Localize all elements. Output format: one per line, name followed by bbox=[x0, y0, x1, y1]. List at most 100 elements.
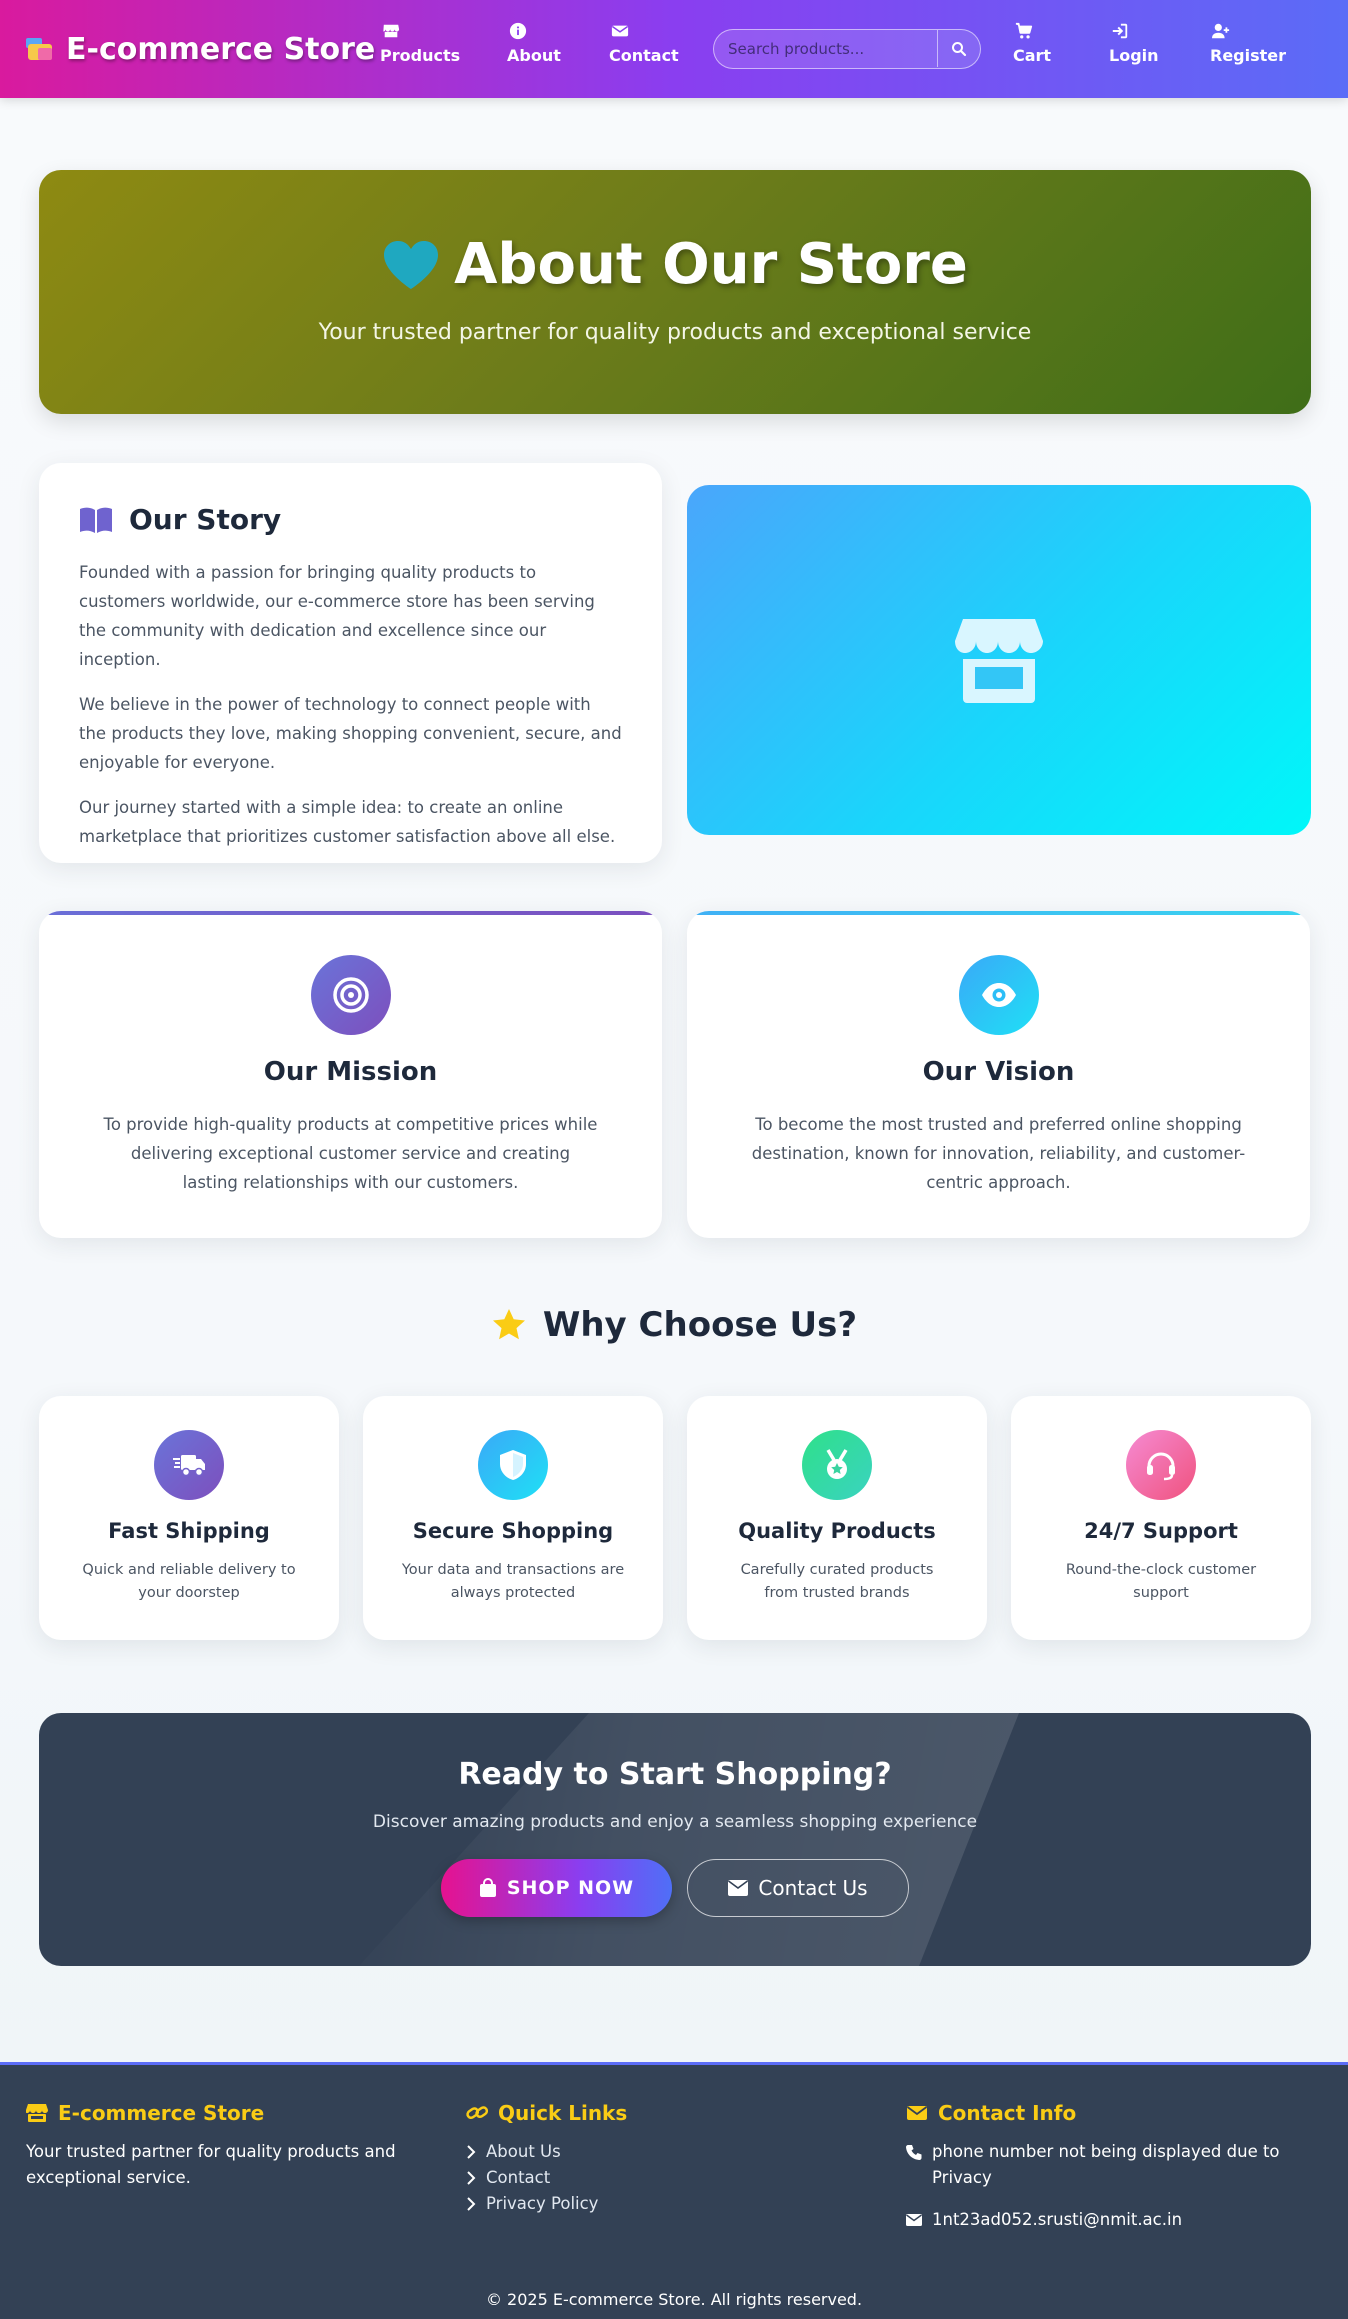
nav-login-label: Login bbox=[1109, 46, 1159, 65]
award-medal-icon bbox=[802, 1430, 872, 1500]
story-paragraph: Our journey started with a simple idea: … bbox=[79, 798, 616, 846]
our-story-title: Our Story bbox=[79, 503, 622, 536]
vision-card: Our Vision To become the most trusted an… bbox=[687, 911, 1310, 1238]
feature-card-quality: Quality Products Carefully curated produ… bbox=[687, 1396, 987, 1640]
chevron-right-icon bbox=[467, 2197, 476, 2211]
open-book-icon bbox=[80, 507, 112, 533]
footer-contact-title-text: Contact Info bbox=[938, 2101, 1077, 2125]
nav-products[interactable]: Products bbox=[380, 22, 460, 65]
envelope-icon bbox=[611, 25, 629, 37]
feature-title: 24/7 Support bbox=[1084, 1519, 1238, 1543]
sign-in-icon bbox=[1112, 23, 1128, 39]
nav-products-label: Products bbox=[380, 46, 461, 65]
cart-icon bbox=[1015, 22, 1033, 39]
our-story-card: Our Story Founded with a passion for bri… bbox=[39, 463, 662, 863]
story-illustration bbox=[687, 485, 1311, 835]
eye-icon bbox=[959, 955, 1039, 1035]
footer-contact-column: Contact Info phone number not being disp… bbox=[906, 2101, 1306, 2249]
footer-link-privacy[interactable]: Privacy Policy bbox=[466, 2191, 627, 2217]
footer-brand-title: E-commerce Store bbox=[26, 2101, 426, 2125]
envelope-icon bbox=[906, 2106, 928, 2120]
hero-banner: About Our Store Your trusted partner for… bbox=[39, 170, 1311, 414]
star-icon bbox=[492, 1309, 525, 1340]
cta-section: Ready to Start Shopping? Discover amazin… bbox=[39, 1713, 1311, 1966]
mission-text: To provide high-quality products at comp… bbox=[103, 1115, 598, 1192]
brand-name: E-commerce Store bbox=[66, 31, 376, 67]
search-button[interactable] bbox=[937, 30, 980, 67]
store-icon bbox=[383, 24, 400, 38]
footer-quick-links-title: Quick Links bbox=[466, 2101, 627, 2125]
footer-email-text: 1nt23ad052.srusti@nmit.ac.in bbox=[932, 2210, 1183, 2229]
contact-us-button[interactable]: Contact Us bbox=[687, 1859, 909, 1917]
feature-text: Carefully curated products from trusted … bbox=[740, 1562, 934, 1601]
hero-subtitle: Your trusted partner for quality product… bbox=[318, 320, 1032, 345]
user-plus-icon bbox=[1212, 23, 1230, 39]
nav-about[interactable]: About bbox=[507, 22, 561, 65]
phone-icon bbox=[906, 2145, 922, 2160]
link-icon bbox=[466, 2106, 488, 2120]
footer-brand-description: Your trusted partner for quality product… bbox=[26, 2142, 396, 2187]
heart-icon bbox=[384, 240, 439, 289]
navbar: E-commerce Store Products About Contact … bbox=[0, 0, 1348, 98]
shopping-bag-icon bbox=[479, 1878, 496, 1897]
cta-subtitle: Discover amazing products and enjoy a se… bbox=[372, 1812, 978, 1832]
search-bar bbox=[713, 29, 981, 69]
feature-text: Round-the-clock customer support bbox=[1065, 1562, 1257, 1601]
footer-link-label: Privacy Policy bbox=[486, 2194, 599, 2213]
shipping-fast-icon bbox=[154, 1430, 224, 1500]
nav-cart-label: Cart bbox=[1013, 46, 1052, 65]
nav-contact[interactable]: Contact bbox=[609, 22, 679, 65]
nav-cart[interactable]: Cart bbox=[1013, 22, 1051, 65]
search-input[interactable] bbox=[714, 30, 939, 67]
nav-contact-label: Contact bbox=[609, 46, 679, 65]
shop-now-label: SHOP NOW bbox=[506, 1877, 635, 1899]
store-icon bbox=[26, 2104, 48, 2122]
story-paragraph: We believe in the power of technology to… bbox=[79, 695, 622, 772]
why-choose-title: Why Choose Us? bbox=[0, 1305, 1348, 1345]
shopping-bags-icon bbox=[26, 36, 54, 62]
footer-quick-links-title-text: Quick Links bbox=[498, 2101, 628, 2125]
feature-card-shipping: Fast Shipping Quick and reliable deliver… bbox=[39, 1396, 339, 1640]
footer-link-label: About Us bbox=[486, 2142, 561, 2161]
vision-title: Our Vision bbox=[922, 1057, 1075, 1087]
footer-link-label: Contact bbox=[486, 2168, 551, 2187]
nav-register[interactable]: Register bbox=[1210, 22, 1286, 65]
envelope-icon bbox=[906, 2214, 922, 2226]
headset-icon bbox=[1126, 1430, 1196, 1500]
shield-icon bbox=[478, 1430, 548, 1500]
feature-card-secure: Secure Shopping Your data and transactio… bbox=[363, 1396, 663, 1640]
info-icon bbox=[509, 22, 527, 40]
store-icon bbox=[955, 619, 1043, 703]
envelope-icon bbox=[728, 1880, 749, 1896]
footer-email[interactable]: 1nt23ad052.srusti@nmit.ac.in bbox=[906, 2207, 1306, 2233]
cta-title: Ready to Start Shopping? bbox=[458, 1757, 892, 1792]
mission-card: Our Mission To provide high-quality prod… bbox=[39, 911, 662, 1238]
footer-phone: phone number not being displayed due to … bbox=[906, 2139, 1306, 2191]
nav-about-label: About bbox=[507, 46, 561, 65]
vision-text: To become the most trusted and preferred… bbox=[751, 1115, 1246, 1192]
chevron-right-icon bbox=[467, 2171, 476, 2185]
contact-us-label: Contact Us bbox=[758, 1876, 868, 1900]
nav-register-label: Register bbox=[1210, 46, 1287, 65]
story-paragraph: Founded with a passion for bringing qual… bbox=[79, 563, 595, 669]
target-icon bbox=[311, 955, 391, 1035]
footer-brand-name: E-commerce Store bbox=[58, 2101, 265, 2125]
our-story-title-text: Our Story bbox=[129, 503, 282, 536]
feature-title: Secure Shopping bbox=[412, 1519, 614, 1543]
feature-text: Quick and reliable delivery to your door… bbox=[82, 1562, 296, 1601]
brand-logo[interactable]: E-commerce Store bbox=[26, 28, 375, 70]
footer-quick-links-column: Quick Links About Us Contact Privacy Pol… bbox=[466, 2101, 627, 2217]
nav-login[interactable]: Login bbox=[1109, 22, 1159, 65]
hero-title-text: About Our Store bbox=[454, 232, 968, 297]
shop-now-button[interactable]: SHOP NOW bbox=[441, 1859, 672, 1917]
mission-title: Our Mission bbox=[263, 1057, 438, 1087]
feature-title: Fast Shipping bbox=[108, 1519, 270, 1543]
search-icon bbox=[952, 41, 967, 56]
feature-title: Quality Products bbox=[738, 1519, 936, 1543]
chevron-right-icon bbox=[467, 2145, 476, 2159]
why-choose-title-text: Why Choose Us? bbox=[542, 1305, 858, 1345]
footer-link-contact[interactable]: Contact bbox=[466, 2165, 627, 2191]
copyright-text: © 2025 E-commerce Store. All rights rese… bbox=[485, 2290, 863, 2309]
hero-title: About Our Store bbox=[39, 232, 1311, 297]
footer-link-about[interactable]: About Us bbox=[466, 2139, 627, 2165]
